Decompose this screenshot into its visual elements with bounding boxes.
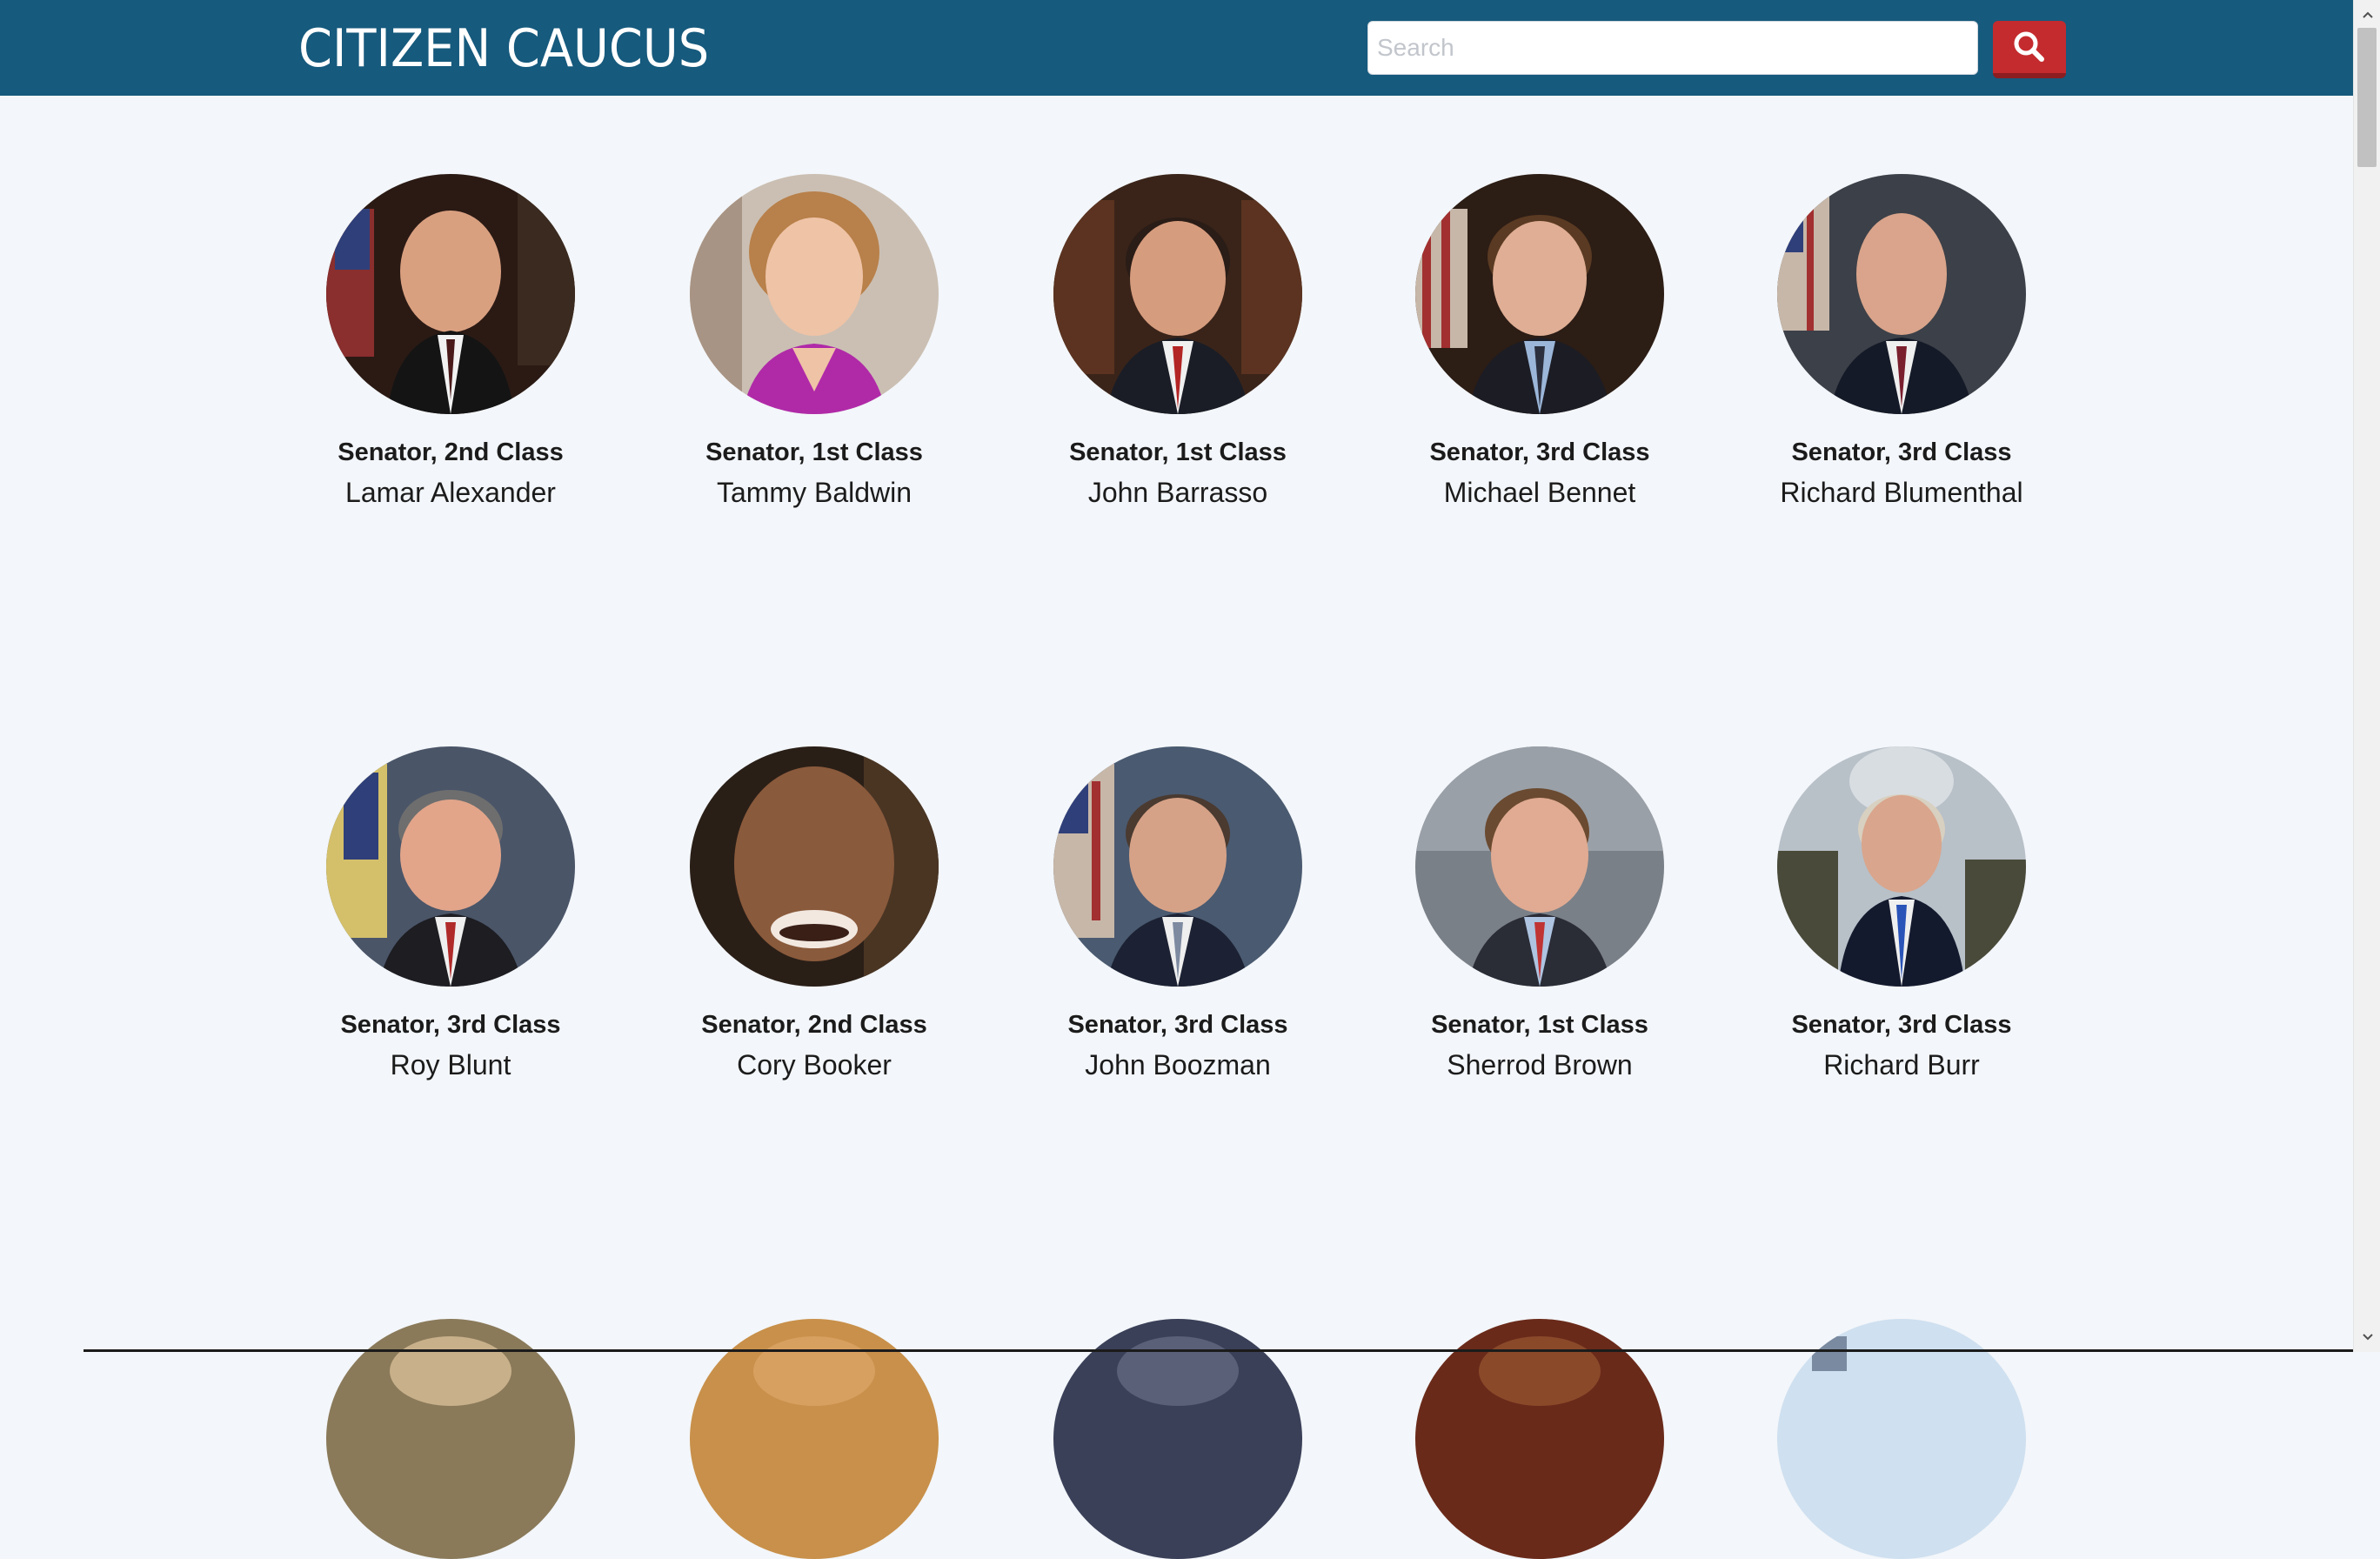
scroll-up-arrow-icon[interactable] [2354, 3, 2380, 26]
senator-photo[interactable] [326, 174, 575, 414]
senator-photo[interactable] [326, 1319, 575, 1559]
senator-photo[interactable] [690, 1319, 939, 1559]
senator-photo[interactable] [1053, 746, 1302, 987]
senator-photo[interactable] [690, 746, 939, 987]
senator-grid: Senator, 2nd Class Lamar Alexander Senat… [0, 0, 2353, 1559]
scrollbar-thumb[interactable] [2357, 28, 2377, 167]
senator-photo[interactable] [1415, 174, 1664, 414]
senator-name[interactable]: Cory Booker [632, 1049, 997, 1081]
senator-name[interactable]: John Barrasso [995, 477, 1360, 509]
senator-name[interactable]: Sherrod Brown [1357, 1049, 1722, 1081]
senator-title: Senator, 3rd Class [1067, 1011, 1288, 1039]
senator-name[interactable]: Richard Blumenthal [1719, 477, 2084, 509]
senator-photo[interactable] [1777, 1319, 2026, 1559]
senator-photo[interactable] [1777, 174, 2026, 414]
vertical-scrollbar[interactable] [2353, 0, 2380, 1352]
senator-title: Senator, 3rd Class [1791, 1011, 2012, 1039]
senator-title: Senator, 3rd Class [1791, 438, 2012, 466]
senator-photo[interactable] [1777, 746, 2026, 987]
senator-title: Senator, 2nd Class [701, 1011, 927, 1039]
senator-photo[interactable] [1415, 1319, 1664, 1559]
scroll-down-arrow-icon[interactable] [2354, 1326, 2380, 1348]
senator-name[interactable]: John Boozman [995, 1049, 1360, 1081]
senator-photo[interactable] [690, 174, 939, 414]
senator-title: Senator, 3rd Class [340, 1011, 561, 1039]
senator-title: Senator, 1st Class [1431, 1011, 1648, 1039]
senator-name[interactable]: Lamar Alexander [268, 477, 633, 509]
senator-photo[interactable] [1053, 174, 1302, 414]
senator-title: Senator, 2nd Class [338, 438, 564, 466]
senator-title: Senator, 3rd Class [1429, 438, 1650, 466]
senator-photo[interactable] [1053, 1319, 1302, 1559]
senator-name[interactable]: Richard Burr [1719, 1049, 2084, 1081]
senator-title: Senator, 1st Class [1069, 438, 1287, 466]
senator-name[interactable]: Michael Bennet [1357, 477, 1722, 509]
senator-title: Senator, 1st Class [705, 438, 923, 466]
senator-photo[interactable] [326, 746, 575, 987]
senator-name[interactable]: Tammy Baldwin [632, 477, 997, 509]
senator-name[interactable]: Roy Blunt [268, 1049, 633, 1081]
senator-photo[interactable] [1415, 746, 1664, 987]
